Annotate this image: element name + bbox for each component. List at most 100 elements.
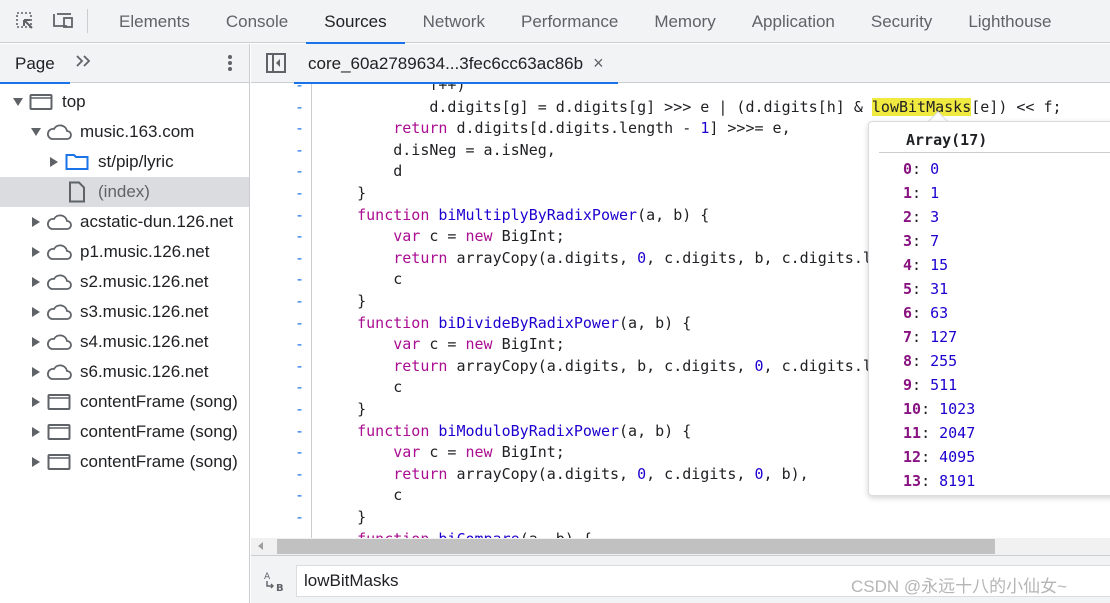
collapsed-arrow-icon[interactable] [30,246,42,258]
separator: : [912,184,931,202]
tree-item[interactable]: music.163.com [0,117,249,147]
more-tabs-icon[interactable] [74,53,94,74]
tree-item[interactable]: acstatic-dun.126.net [0,207,249,237]
array-index: 5 [903,280,913,298]
sources-navigator: Page top music.163.com st/pip/lyric (index)… [0,44,250,603]
scrollbar-thumb[interactable] [277,539,995,554]
code-token: arrayCopy(a.digits, b, c.digits, [447,356,755,375]
gutter-marker[interactable]: - [295,291,304,313]
code-keyword: function [357,421,430,440]
gutter-marker[interactable]: - [295,183,304,205]
code-line[interactable]: - } [251,507,1110,529]
gutter-marker[interactable]: - [295,226,304,248]
tree-item[interactable]: contentFrame (song) [0,447,249,477]
expanded-arrow-icon[interactable] [12,96,24,108]
array-entry[interactable]: 7: 127 [869,325,1110,349]
tab-application[interactable]: Application [734,0,853,43]
collapsed-arrow-icon[interactable] [30,366,42,378]
array-entry[interactable]: 10: 1023 [869,397,1110,421]
code-keyword: new [465,443,493,462]
array-entry[interactable]: 12: 4095 [869,445,1110,469]
gutter-marker[interactable]: - [295,161,304,183]
gutter-marker[interactable]: - [295,97,304,119]
gutter-marker[interactable]: - [295,464,304,486]
code-line[interactable]: - function biCompare(a, b) { [251,529,1110,538]
inspect-element-icon[interactable] [13,9,37,33]
gutter-marker[interactable]: - [295,399,304,421]
array-entry[interactable]: 3: 7 [869,229,1110,253]
collapsed-arrow-icon[interactable] [30,276,42,288]
gutter-marker[interactable]: - [295,313,304,335]
gutter-marker[interactable]: - [295,334,304,356]
tab-network[interactable]: Network [405,0,503,43]
gutter-marker[interactable]: - [295,442,304,464]
tree-item[interactable]: s3.music.126.net [0,297,249,327]
gutter-marker[interactable]: - [295,485,304,507]
gutter-marker[interactable]: - [295,507,304,529]
collapsed-arrow-icon[interactable] [48,156,60,168]
tab-page[interactable]: Page [0,44,70,84]
expanded-arrow-icon[interactable] [30,126,42,138]
array-entry[interactable]: 0: 0 [869,157,1110,181]
code-line[interactable]: - f++) [251,84,1110,97]
gutter-marker[interactable]: - [295,529,304,538]
collapsed-arrow-icon[interactable] [30,456,42,468]
popover-title[interactable]: Array(17) [879,122,1110,153]
device-toolbar-icon[interactable] [51,9,75,33]
tree-item[interactable]: s2.music.126.net [0,267,249,297]
code-number: 0 [637,248,647,267]
array-entry[interactable]: 13: 8191 [869,469,1110,493]
tree-item[interactable]: p1.music.126.net [0,237,249,267]
tab-lighthouse[interactable]: Lighthouse [950,0,1069,43]
gutter-marker[interactable]: - [295,377,304,399]
tree-item[interactable]: top [0,87,249,117]
gutter-marker[interactable]: - [295,84,304,97]
search-match-highlight[interactable]: lowBitMasks [871,97,972,116]
tab-memory[interactable]: Memory [636,0,733,43]
panel-tabs: Elements Console Sources Network Performance… [101,0,1070,44]
file-tab[interactable]: core_60a2789634...3fec6cc63ac86b × [294,44,618,84]
tree-item[interactable]: contentFrame (song) [0,387,249,417]
toggle-navigator-icon[interactable] [264,51,288,75]
code-line[interactable]: - d.digits[g] = d.digits[g] >>> e | (d.d… [251,97,1110,119]
code-token: d.digits[g] = d.digits[g] >>> e | (d.dig… [321,97,872,116]
tree-item[interactable]: s4.music.126.net [0,327,249,357]
collapsed-arrow-icon[interactable] [30,426,42,438]
array-entry[interactable]: 1: 1 [869,181,1110,205]
array-entry[interactable]: 11: 2047 [869,421,1110,445]
array-entry[interactable]: 2: 3 [869,205,1110,229]
tab-security[interactable]: Security [853,0,950,43]
gutter-marker[interactable]: - [295,269,304,291]
collapsed-arrow-icon[interactable] [30,396,42,408]
collapsed-arrow-icon[interactable] [30,336,42,348]
tree-item[interactable]: st/pip/lyric [0,147,249,177]
tree-item-label: s6.music.126.net [80,362,209,381]
more-options-icon[interactable] [227,53,233,77]
tree-item[interactable]: s6.music.126.net [0,357,249,387]
tab-console[interactable]: Console [208,0,306,43]
tree-item[interactable]: (index) [0,177,249,207]
array-entry[interactable]: 4: 15 [869,253,1110,277]
tab-sources[interactable]: Sources [306,0,406,44]
array-entry[interactable]: 8: 255 [869,349,1110,373]
tab-elements[interactable]: Elements [101,0,208,43]
array-entry[interactable]: 9: 511 [869,373,1110,397]
array-entry[interactable]: 5: 31 [869,277,1110,301]
code-text: d.digits[g] = d.digits[g] >>> e | (d.dig… [321,97,1062,119]
gutter-marker[interactable]: - [295,205,304,227]
scroll-left-icon[interactable] [258,542,263,550]
array-entry[interactable]: 6: 63 [869,301,1110,325]
gutter-marker[interactable]: - [295,248,304,270]
gutter-marker[interactable]: - [295,140,304,162]
collapsed-arrow-icon[interactable] [30,216,42,228]
gutter-marker[interactable]: - [295,421,304,443]
close-tab-icon[interactable]: × [593,44,604,83]
horizontal-scrollbar[interactable] [251,538,1110,555]
tree-item[interactable]: contentFrame (song) [0,417,249,447]
collapsed-arrow-icon[interactable] [30,306,42,318]
match-case-icon[interactable]: AB [263,569,287,594]
gutter-marker[interactable]: - [295,356,304,378]
gutter-marker[interactable]: - [295,118,304,140]
tab-performance[interactable]: Performance [503,0,636,43]
